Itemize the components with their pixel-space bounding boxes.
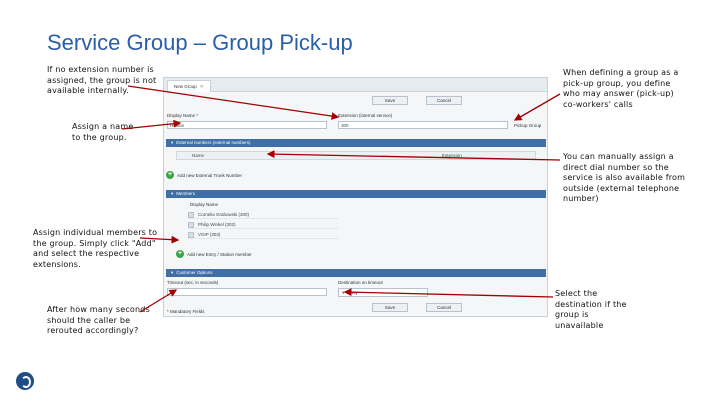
plus-circle-icon[interactable]: +: [166, 171, 174, 179]
timeout-label: Timeout (sec, in seconds): [167, 280, 219, 285]
company-logo-icon: [16, 372, 34, 390]
note-destination: Select the destination if the group is u…: [555, 289, 627, 330]
member-icon: [188, 221, 194, 228]
group-config-screenshot: New Group ✕ Save Cancel Display Name * Ho…: [163, 77, 548, 317]
external-numbers-title: External numbers (external numbers): [176, 140, 251, 145]
display-name-input[interactable]: Hotline: [167, 121, 327, 129]
destination-label: Destination on timeout: [338, 280, 383, 285]
pickup-group-label: Pickup Group: [514, 123, 542, 128]
close-icon[interactable]: ✕: [200, 84, 204, 89]
member-label: Philip Winkel (302): [198, 222, 236, 227]
chevron-down-icon: ▾: [171, 270, 174, 275]
chevron-down-icon: ▾: [171, 140, 174, 145]
save-button[interactable]: Save: [372, 96, 408, 105]
mandatory-fields-note: * Mandatory Fields: [167, 309, 205, 314]
busy-icon: ●: [342, 290, 345, 295]
cancel-button[interactable]: Cancel: [426, 303, 462, 312]
external-numbers-table-header: Name Extension: [176, 151, 536, 160]
customer-options-title: Customer Options: [176, 270, 213, 275]
add-member-label[interactable]: Add new Entry / Station member: [187, 252, 252, 257]
tab-label: New Group: [174, 84, 197, 89]
tab-new-group[interactable]: New Group ✕: [167, 80, 211, 92]
member-label: VOIP (303): [198, 232, 221, 237]
cancel-button[interactable]: Cancel: [426, 96, 462, 105]
destination-select[interactable]: ● Busy: [338, 288, 428, 297]
member-icon: [188, 211, 194, 218]
members-title: Members: [176, 191, 196, 196]
extension-input[interactable]: 300: [338, 121, 508, 129]
plus-circle-icon[interactable]: +: [176, 250, 184, 258]
col-name: Name: [192, 153, 205, 158]
member-item[interactable]: VOIP (303): [188, 230, 338, 239]
note-no-extension: If no extension number is assigned, the …: [47, 65, 157, 95]
add-member-row[interactable]: + Add new Entry / Station member: [176, 250, 252, 258]
display-name-label: Display Name *: [167, 113, 199, 118]
note-pickup: When defining a group as a pick-up group…: [563, 68, 679, 109]
save-button[interactable]: Save: [372, 303, 408, 312]
members-column-header: Display Name: [190, 202, 219, 207]
members-section[interactable]: ▾ Members: [166, 190, 546, 198]
add-external-label[interactable]: Add new External Trunk Number: [177, 173, 242, 178]
member-item[interactable]: Philip Winkel (302): [188, 220, 338, 229]
member-item[interactable]: Cornelia Grabowski (300): [188, 210, 338, 219]
note-direct-dial: You can manually assign a direct dial nu…: [563, 152, 686, 203]
col-extension: Extension: [442, 153, 462, 158]
external-numbers-section[interactable]: ▾ External numbers (external numbers): [166, 139, 546, 147]
destination-value: Busy: [347, 290, 358, 295]
extension-label: Extension (internal service): [338, 113, 393, 118]
note-assign-name: Assign a name to the group.: [72, 122, 134, 142]
note-timeout: After how many seconds should the caller…: [47, 305, 150, 335]
slide-title: Service Group – Group Pick-up: [47, 30, 353, 55]
add-external-number-row[interactable]: + Add new External Trunk Number: [166, 171, 242, 179]
member-icon: [188, 231, 194, 238]
member-label: Cornelia Grabowski (300): [198, 212, 250, 217]
customer-options-section[interactable]: ▾ Customer Options: [166, 269, 546, 277]
chevron-down-icon: ▾: [171, 191, 174, 196]
note-assign-members: Assign individual members to the group. …: [33, 228, 158, 269]
tab-bar: New Group ✕: [164, 78, 547, 92]
timeout-input[interactable]: 4: [167, 288, 327, 296]
